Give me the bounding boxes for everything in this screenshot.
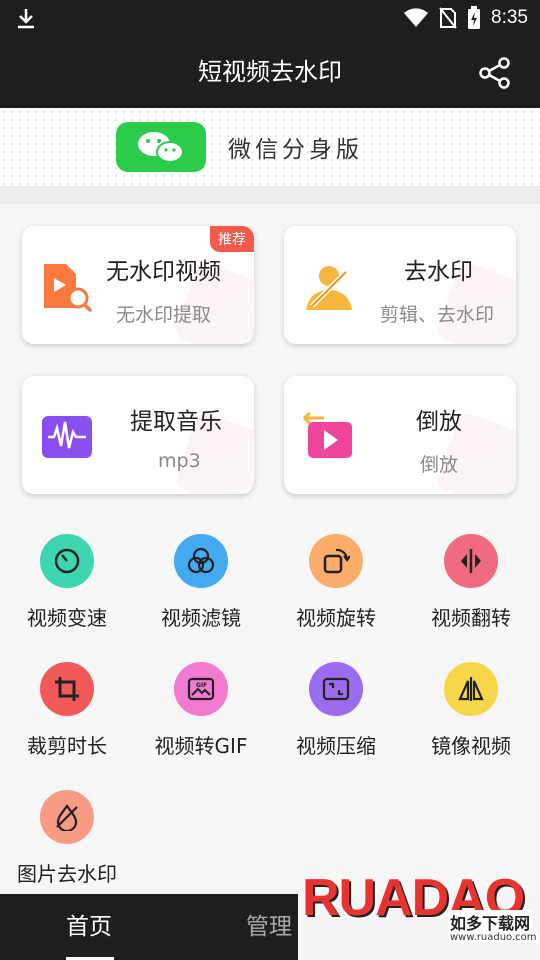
- tool-label: 视频翻转: [431, 606, 511, 630]
- tool-label: 视频变速: [27, 606, 107, 630]
- section-divider: [0, 186, 540, 204]
- tool-label: 视频旋转: [296, 606, 376, 630]
- wechat-logo-icon: [116, 122, 206, 172]
- bottom-nav: 首页 管理: [0, 894, 298, 960]
- rotate-icon: [309, 534, 363, 588]
- share-icon[interactable]: [478, 56, 512, 90]
- card-title: 去水印: [404, 259, 473, 285]
- tool-label: 图片去水印: [17, 862, 117, 886]
- speedometer-icon: [40, 534, 94, 588]
- tool-crop-duration[interactable]: 裁剪时长: [0, 662, 134, 759]
- ad-banner[interactable]: 微信分身版: [0, 108, 540, 186]
- video-file-search-icon: [44, 264, 93, 313]
- download-icon: [18, 9, 34, 29]
- filter-circles-icon: [174, 534, 228, 588]
- card-reverse[interactable]: 倒放 倒放: [284, 376, 516, 494]
- mirror-icon: [444, 662, 498, 716]
- tool-mirror-video[interactable]: 镜像视频: [404, 662, 538, 759]
- card-extract-music[interactable]: 提取音乐 mp3: [22, 376, 254, 494]
- compress-icon: [309, 662, 363, 716]
- flip-icon: [444, 534, 498, 588]
- battery-charging-icon: [468, 6, 481, 29]
- gif-icon: GIF: [174, 662, 228, 716]
- watermark-url: www.ruaduo.com: [448, 932, 539, 943]
- card-subtitle: 剪辑、去水印: [380, 304, 495, 326]
- tool-video-speed[interactable]: 视频变速: [0, 534, 134, 631]
- card-title: 无水印视频: [106, 259, 221, 285]
- wifi-icon: [404, 8, 429, 27]
- tool-video-filter[interactable]: 视频滤镜: [134, 534, 268, 631]
- tool-label: 镜像视频: [431, 734, 511, 758]
- card-title: 倒放: [416, 409, 462, 435]
- banner-text: 微信分身版: [228, 137, 363, 163]
- card-subtitle: mp3: [158, 450, 201, 472]
- reverse-play-icon: [303, 411, 352, 458]
- tab-home[interactable]: 首页: [66, 894, 112, 960]
- card-no-watermark-video[interactable]: 推荐 无水印视频 无水印提取: [22, 226, 254, 344]
- app-bar: 短视频去水印: [0, 36, 540, 108]
- tool-label: 视频转GIF: [154, 734, 248, 758]
- tab-manage[interactable]: 管理: [246, 894, 292, 960]
- page-title: 短视频去水印: [198, 58, 342, 86]
- main-content: 推荐 无水印视频 无水印提取 去水印 剪辑、去水印 提取音乐 mp3 倒放 倒放…: [0, 204, 540, 894]
- no-sim-icon: [439, 7, 457, 29]
- drop-slash-icon: [40, 790, 94, 844]
- audio-wave-icon: [42, 416, 92, 458]
- card-title: 提取音乐: [130, 409, 222, 435]
- card-remove-watermark[interactable]: 去水印 剪辑、去水印: [284, 226, 516, 344]
- svg-text:GIF: GIF: [196, 682, 207, 689]
- eraser-person-icon: [306, 266, 352, 310]
- tool-label: 视频滤镜: [161, 606, 241, 630]
- crop-icon: [40, 662, 94, 716]
- tool-label: 视频压缩: [296, 734, 376, 758]
- tool-video-rotate[interactable]: 视频旋转: [269, 534, 403, 631]
- status-bar: 8:35: [0, 0, 540, 36]
- site-watermark-logo: RUADAO 如多下载网 www.ruaduo.com: [298, 866, 540, 960]
- tool-video-flip[interactable]: 视频翻转: [404, 534, 538, 631]
- clock: 8:35: [491, 7, 528, 28]
- card-subtitle: 倒放: [420, 454, 459, 476]
- recommend-badge: 推荐: [210, 226, 254, 252]
- tool-image-remove-watermark[interactable]: 图片去水印: [0, 790, 134, 887]
- watermark-sub: 如多下载网: [448, 910, 533, 934]
- tool-video-to-gif[interactable]: GIF 视频转GIF: [134, 662, 268, 759]
- tool-label: 裁剪时长: [27, 734, 107, 758]
- card-subtitle: 无水印提取: [116, 304, 212, 326]
- tool-video-compress[interactable]: 视频压缩: [269, 662, 403, 759]
